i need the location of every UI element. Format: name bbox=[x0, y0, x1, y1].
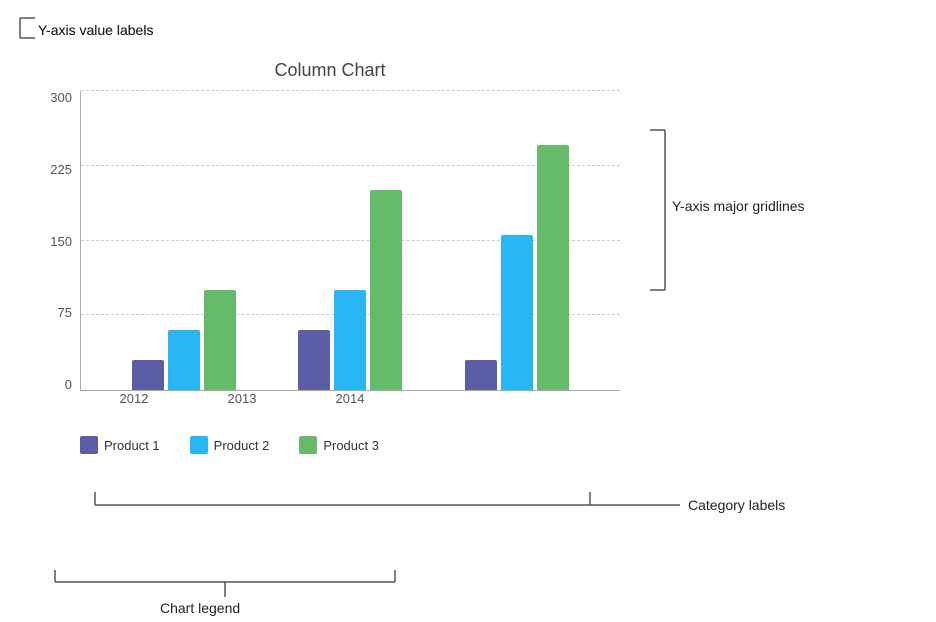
y-label-75: 75 bbox=[58, 306, 72, 319]
legend-label-product2: Product 2 bbox=[214, 438, 270, 453]
x-label-2014: 2014 bbox=[296, 391, 404, 406]
x-axis-labels: 2012 2013 2014 bbox=[80, 391, 620, 406]
y-axis-label-annotation-text: Y-axis value labels bbox=[38, 22, 153, 38]
legend-item-product3: Product 3 bbox=[299, 436, 379, 454]
bar-2012-product2 bbox=[168, 330, 200, 390]
bar-2014-product2 bbox=[501, 235, 533, 390]
y-axis-area: 300 225 150 75 0 bbox=[40, 91, 80, 391]
page-container: Y-axis value labels Y-axis value labels … bbox=[0, 0, 936, 622]
bar-2013-product2 bbox=[334, 290, 366, 390]
legend-swatch-product3 bbox=[299, 436, 317, 454]
chart-inner: 300 225 150 75 0 bbox=[40, 91, 620, 391]
y-axis-gridlines-annotation: Y-axis major gridlines bbox=[672, 198, 805, 214]
legend-swatch-product1 bbox=[80, 436, 98, 454]
bar-2013-product3 bbox=[370, 190, 402, 390]
bar-group-2012 bbox=[132, 290, 236, 390]
legend-label-product1: Product 1 bbox=[104, 438, 160, 453]
bar-2014-product1 bbox=[465, 360, 497, 390]
bar-2014-product3 bbox=[537, 145, 569, 390]
chart-title: Column Chart bbox=[40, 60, 620, 81]
chart-wrapper: Column Chart 300 225 150 75 0 bbox=[40, 60, 620, 480]
y-label-150: 150 bbox=[50, 235, 72, 248]
bar-group-2014 bbox=[465, 145, 569, 390]
legend-item-product2: Product 2 bbox=[190, 436, 270, 454]
x-label-2012: 2012 bbox=[80, 391, 188, 406]
chart-legend-annotation: Chart legend bbox=[160, 600, 240, 616]
legend-swatch-product2 bbox=[190, 436, 208, 454]
category-labels-annotation: Category labels bbox=[688, 497, 785, 513]
plot-area bbox=[80, 91, 620, 391]
bar-2012-product1 bbox=[132, 360, 164, 390]
bar-groups bbox=[81, 91, 620, 390]
chart-legend: Product 1 Product 2 Product 3 bbox=[80, 436, 620, 454]
legend-label-product3: Product 3 bbox=[323, 438, 379, 453]
y-label-0: 0 bbox=[65, 378, 72, 391]
y-label-300: 300 bbox=[50, 91, 72, 104]
bar-group-2013 bbox=[298, 190, 402, 390]
x-label-2013: 2013 bbox=[188, 391, 296, 406]
y-label-225: 225 bbox=[50, 163, 72, 176]
bar-2012-product3 bbox=[204, 290, 236, 390]
legend-item-product1: Product 1 bbox=[80, 436, 160, 454]
bar-2013-product1 bbox=[298, 330, 330, 390]
